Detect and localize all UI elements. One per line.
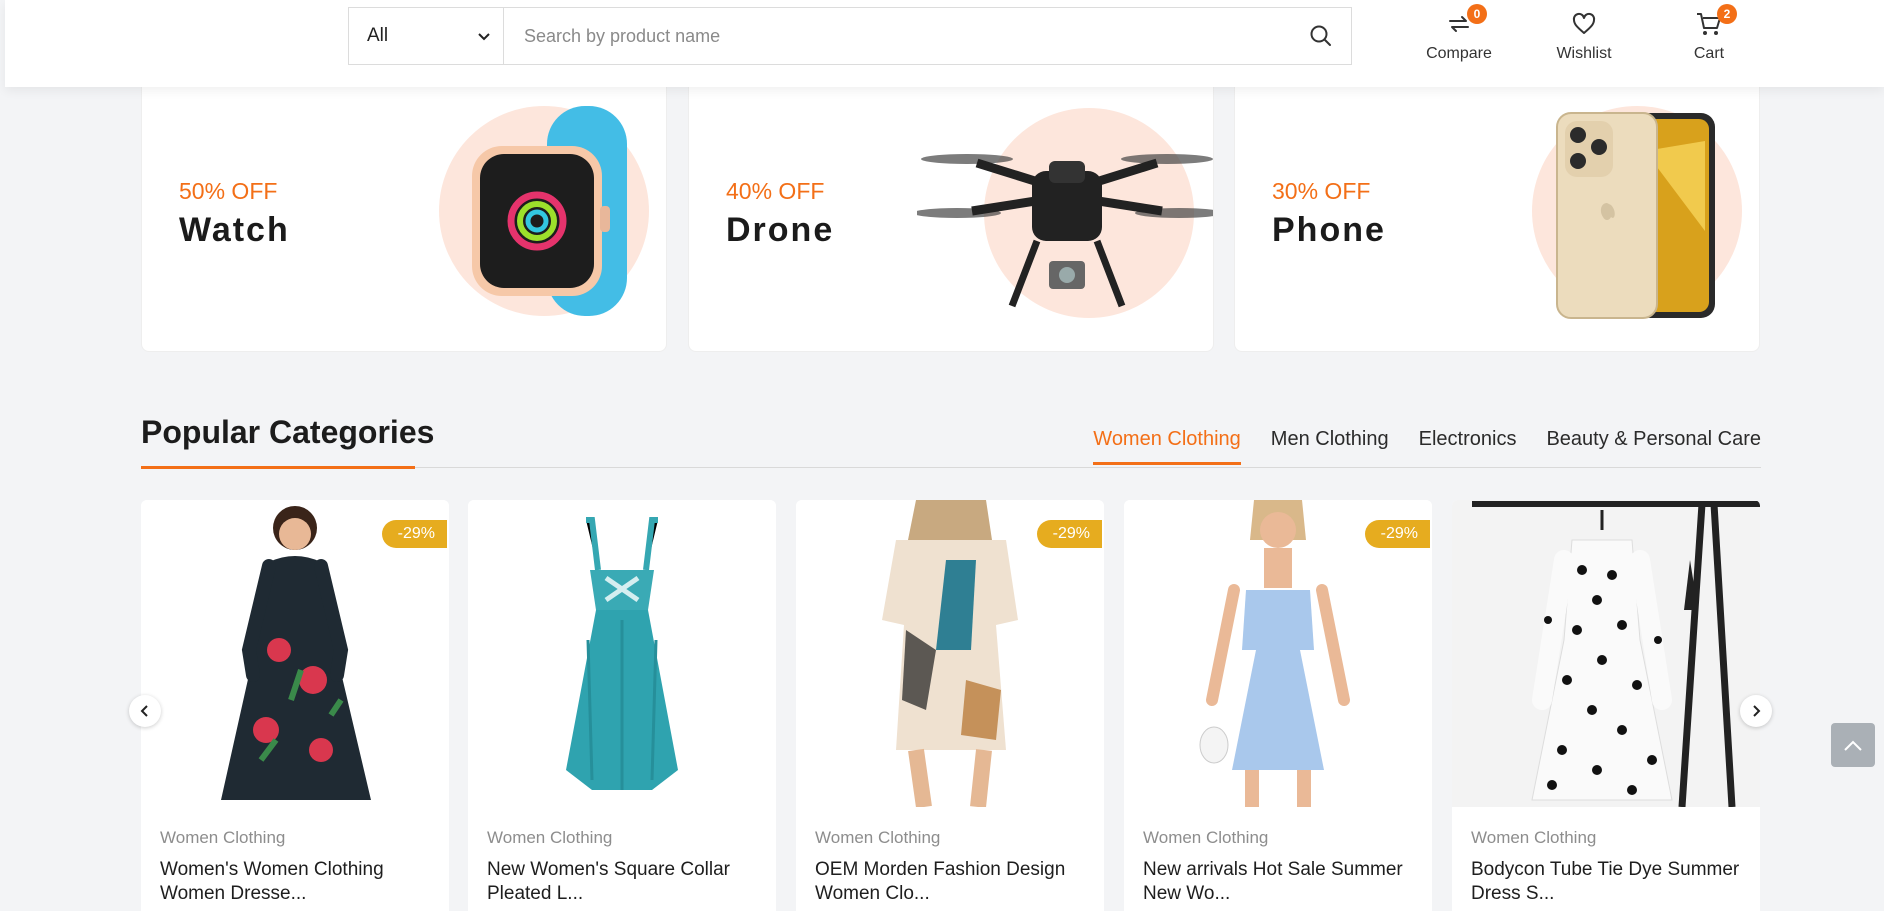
section-title: Popular Categories [141, 414, 435, 450]
arrow-up-icon [1844, 740, 1862, 751]
wishlist-label: Wishlist [1556, 45, 1612, 62]
product-card[interactable]: -29% Women Clothing Women's Women Clothi… [141, 500, 449, 911]
chevron-down-icon [478, 33, 490, 41]
product-category: Women Clothing [1143, 828, 1269, 847]
category-select-value: All [367, 25, 389, 46]
product-image [468, 500, 776, 807]
carousel-next-button[interactable] [1740, 695, 1772, 727]
product-category: Women Clothing [815, 828, 941, 847]
cart-count-badge: 2 [1717, 4, 1737, 24]
product-card[interactable]: -29% Women Clothing New arrivals Hot Sal… [1124, 500, 1432, 911]
carousel-prev-button[interactable] [129, 695, 161, 727]
product-card[interactable]: Women Clothing Bodycon Tube Tie Dye Summ… [1452, 500, 1760, 911]
product-title[interactable]: OEM Morden Fashion Design Women Clo... [815, 858, 1090, 906]
discount-badge: -29% [381, 520, 447, 548]
tab-electronics[interactable]: Electronics [1419, 428, 1517, 463]
promo-discount: 30% OFF [1272, 178, 1371, 204]
watch-image [472, 106, 627, 316]
back-to-top-button[interactable] [1831, 723, 1875, 767]
tab-women-clothing[interactable]: Women Clothing [1093, 428, 1242, 465]
site-header: All 0 Compare Wishlist 2 Cart [5, 0, 1884, 87]
discount-badge: -29% [1364, 520, 1430, 548]
category-select[interactable]: All [349, 8, 504, 64]
promo-name: Drone [726, 211, 835, 249]
product-card[interactable]: -29% Women Clothing OEM Morden Fashion D… [796, 500, 1104, 911]
search-input[interactable] [504, 8, 1291, 64]
tab-men-clothing[interactable]: Men Clothing [1271, 428, 1389, 463]
product-title[interactable]: Bodycon Tube Tie Dye Summer Dress S... [1471, 858, 1746, 906]
cart-label: Cart [1693, 45, 1725, 62]
compare-button[interactable]: 0 Compare [1409, 4, 1509, 63]
section-title-underline [141, 466, 415, 469]
wishlist-button[interactable]: Wishlist [1534, 8, 1634, 63]
product-category: Women Clothing [1471, 828, 1597, 847]
product-title[interactable]: New arrivals Hot Sale Summer New Wo... [1143, 858, 1418, 906]
product-title[interactable]: New Women's Square Collar Pleated L... [487, 858, 762, 906]
cart-button[interactable]: 2 Cart [1659, 4, 1759, 63]
chevron-left-icon [140, 705, 148, 717]
product-category: Women Clothing [160, 828, 286, 847]
search-bar: All [348, 7, 1352, 65]
compare-count-badge: 0 [1467, 4, 1487, 24]
tab-beauty-personal-care[interactable]: Beauty & Personal Care [1546, 428, 1761, 463]
product-image [1452, 500, 1760, 808]
promo-discount: 50% OFF [179, 178, 278, 204]
product-title[interactable]: Women's Women Clothing Women Dresse... [160, 858, 435, 906]
heart-icon [1572, 12, 1596, 34]
category-tabs: Women Clothing Men Clothing Electronics … [1093, 428, 1761, 465]
promo-discount: 40% OFF [726, 178, 825, 204]
promo-card-phone[interactable]: 30% OFF Phone [1234, 70, 1760, 352]
drone-image [917, 154, 1213, 308]
promo-card-drone[interactable]: 40% OFF Drone [688, 70, 1214, 352]
chevron-right-icon [1753, 705, 1761, 717]
product-card[interactable]: Women Clothing New Women's Square Collar… [468, 500, 776, 911]
search-button[interactable] [1291, 8, 1351, 64]
promo-name: Watch [179, 211, 290, 249]
discount-badge: -29% [1036, 520, 1102, 548]
promo-card-watch[interactable]: 50% OFF Watch [141, 70, 667, 352]
phone-image [1556, 112, 1715, 319]
promo-name: Phone [1272, 211, 1386, 249]
product-category: Women Clothing [487, 828, 613, 847]
search-icon [1310, 25, 1331, 46]
compare-label: Compare [1426, 45, 1492, 62]
